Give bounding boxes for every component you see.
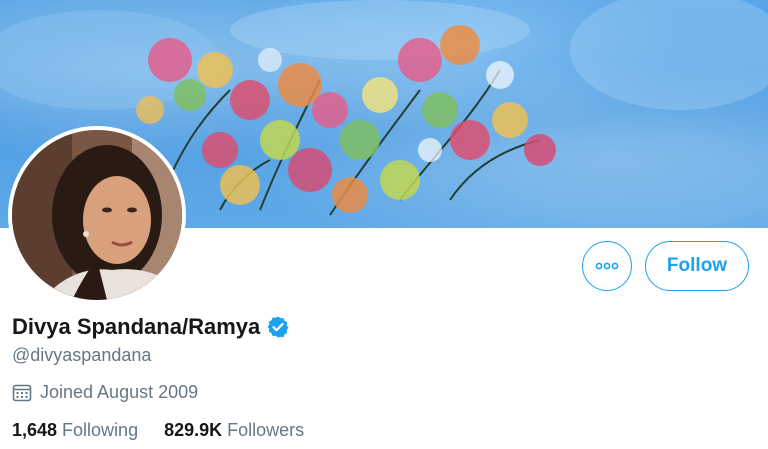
following-label: Following (62, 420, 139, 440)
display-name: Divya Spandana/Ramya (12, 314, 261, 339)
joined-date-text: Joined August 2009 (40, 382, 199, 402)
profile-avatar[interactable] (8, 126, 186, 304)
more-horizontal-icon (595, 262, 619, 270)
followers-stat[interactable]: 829.9K Followers (164, 420, 304, 441)
follow-stats: 1,648 Following 829.9K Followers (12, 420, 330, 441)
followers-label: Followers (227, 420, 305, 440)
following-count: 1,648 (12, 420, 58, 440)
follow-button[interactable]: Follow (645, 241, 749, 291)
followers-count: 829.9K (164, 420, 223, 440)
profile-handle: @divyaspandana (12, 345, 152, 365)
following-stat[interactable]: 1,648 Following (12, 420, 138, 441)
calendar-icon (12, 384, 32, 401)
profile-name-row: Divya Spandana/Ramya (12, 314, 290, 340)
avatar-photo (12, 130, 182, 300)
joined-date-row: Joined August 2009 (12, 382, 198, 403)
more-options-button[interactable] (582, 241, 632, 291)
verified-badge-icon (267, 316, 289, 338)
